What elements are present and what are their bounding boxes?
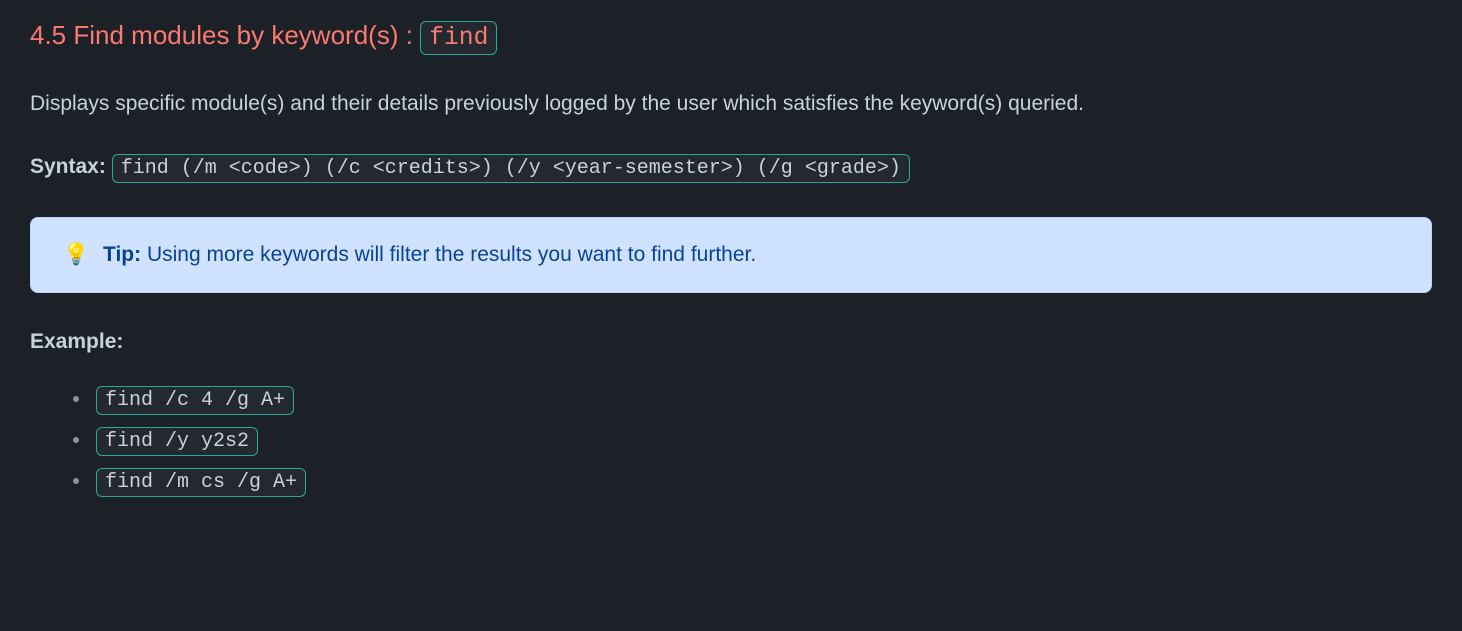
example-label: Example:	[30, 325, 1432, 359]
list-item: find /c 4 /g A+	[92, 382, 1432, 417]
heading-command-code: find	[420, 21, 497, 55]
lightbulb-icon: 💡	[63, 243, 89, 266]
syntax-line: Syntax: find (/m <code>) (/c <credits>) …	[30, 150, 1432, 185]
example-code: find /m cs /g A+	[96, 468, 306, 497]
example-list: find /c 4 /g A+ find /y y2s2 find /m cs …	[30, 382, 1432, 499]
example-code: find /y y2s2	[96, 427, 258, 456]
tip-text: Using more keywords will filter the resu…	[141, 243, 756, 266]
syntax-code: find (/m <code>) (/c <credits>) (/y <yea…	[112, 154, 910, 183]
example-code: find /c 4 /g A+	[96, 386, 294, 415]
section-description: Displays specific module(s) and their de…	[30, 87, 1170, 121]
tip-label: Tip:	[103, 243, 141, 266]
syntax-label: Syntax:	[30, 155, 106, 178]
list-item: find /y y2s2	[92, 423, 1432, 458]
section-heading: 4.5 Find modules by keyword(s) : find	[30, 15, 1432, 59]
tip-callout: 💡 Tip: Using more keywords will filter t…	[30, 217, 1432, 293]
heading-text: 4.5 Find modules by keyword(s) :	[30, 20, 420, 50]
list-item: find /m cs /g A+	[92, 464, 1432, 499]
